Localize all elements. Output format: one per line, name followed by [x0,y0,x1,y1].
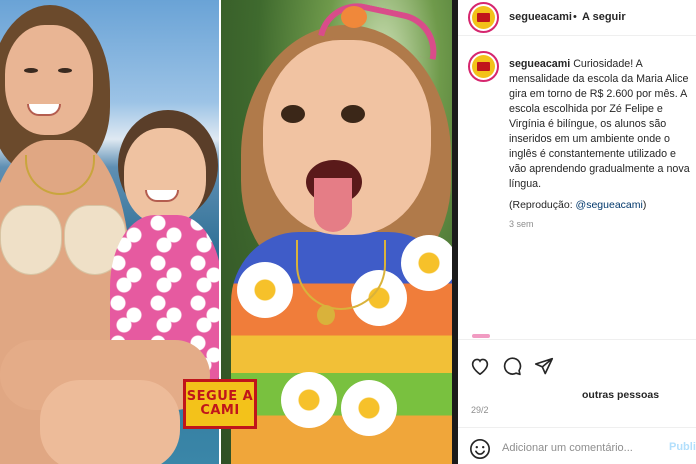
avatar-logo-icon [477,13,490,22]
post-caption: segueacami Curiosidade! A mensalidade da… [509,57,695,192]
bikini-top [0,205,62,275]
mom-eye [58,68,72,73]
caption-username[interactable]: segueacami [509,58,570,70]
caption-credit: (Reprodução: @segueacami) [509,199,646,211]
header-username[interactable]: segueacami [509,11,572,23]
avatar[interactable] [468,2,499,33]
credit-handle-link[interactable]: @segueacami [576,199,643,211]
credit-prefix: (Reprodução: [509,199,576,211]
mom-face [5,25,93,135]
caption-text: Curiosidade! A mensalidade da escola da … [509,58,690,190]
header-separator: • [573,11,577,23]
caption-time-ago: 3 sem [509,219,534,229]
credit-suffix: ) [642,199,647,211]
girl-eye [341,105,365,123]
daisy-print [281,372,337,428]
segue-a-cami-logo: SEGUE A CAMI [183,379,257,429]
avatar-logo-icon [477,62,490,71]
heart-icon[interactable] [469,355,491,377]
paper-plane-icon[interactable] [533,355,555,377]
logo-line-1: SEGUE A [186,389,254,404]
story-ring-partial [472,334,490,338]
instagram-post-panel: segueacami • A seguir segueacami Curiosi… [458,0,696,464]
girl-face [124,128,206,224]
smiley-icon[interactable] [469,438,491,460]
likes-summary[interactable]: outras pessoas [582,389,659,401]
daisy-print [237,262,293,318]
daisy-print [401,235,452,291]
pendant [317,305,335,325]
actions-divider [458,339,696,340]
likes-others: outras pessoas [582,389,660,401]
mom-eye [24,68,38,73]
girl-legs [40,380,180,464]
flower-clip [341,6,367,28]
comment-bubble-icon[interactable] [501,355,523,377]
post-header: segueacami • A seguir [458,0,696,36]
publish-button[interactable]: Publicar [669,441,696,453]
tongue [314,178,352,232]
daisy-print [341,380,397,436]
girl-eye [281,105,305,123]
comment-divider [458,427,696,428]
following-button[interactable]: A seguir [582,11,626,23]
logo-line-2: CAMI [200,403,240,418]
caption-avatar[interactable] [468,51,499,82]
post-date[interactable]: 29/2 [471,405,489,415]
comment-input[interactable] [502,439,652,457]
